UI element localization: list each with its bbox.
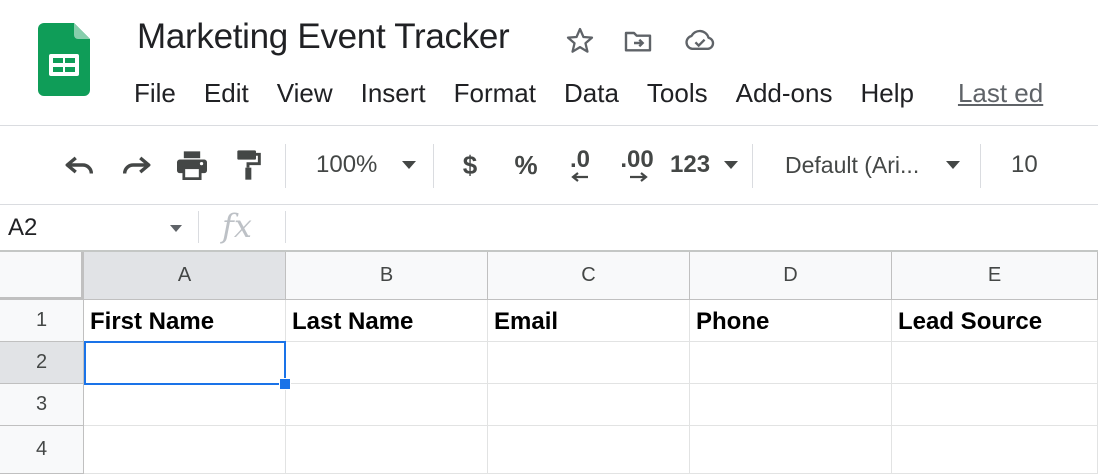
cell-e1[interactable]: Lead Source (892, 300, 1098, 342)
menu-format[interactable]: Format (440, 78, 550, 109)
arrow-right-icon (630, 172, 648, 182)
fx-icon: fx (222, 207, 252, 245)
menu-bar: File Edit View Insert Format Data Tools … (120, 72, 1057, 114)
cell-b4[interactable] (286, 426, 488, 474)
zoom-value: 100% (316, 151, 378, 178)
column-header-d[interactable]: D (690, 252, 892, 300)
document-title[interactable]: Marketing Event Tracker (137, 17, 510, 57)
toolbar-separator (285, 144, 286, 188)
cell-b2[interactable] (286, 342, 488, 384)
chevron-down-icon (170, 225, 182, 232)
cell-c2[interactable] (488, 342, 690, 384)
menu-edit[interactable]: Edit (190, 78, 263, 109)
cell-a1[interactable]: First Name (84, 300, 286, 342)
zoom-select[interactable]: 100% (300, 146, 422, 184)
spreadsheet-grid: A B C D E 1 2 3 4 First Name Last Name E… (0, 252, 1098, 474)
menu-tools[interactable]: Tools (633, 78, 722, 109)
fill-handle[interactable] (279, 378, 291, 390)
cell-a2[interactable] (84, 342, 286, 384)
undo-icon[interactable] (60, 146, 100, 184)
move-to-folder-icon[interactable] (621, 24, 655, 58)
cloud-saved-icon[interactable] (683, 24, 717, 58)
row-header-3[interactable]: 3 (0, 384, 84, 426)
cell-d1[interactable]: Phone (690, 300, 892, 342)
currency-format-button[interactable]: $ (455, 146, 485, 184)
paint-format-icon[interactable] (228, 146, 268, 184)
cell-a3[interactable] (84, 384, 286, 426)
cell-e2[interactable] (892, 342, 1098, 384)
cell-d3[interactable] (690, 384, 892, 426)
cell-b1[interactable]: Last Name (286, 300, 488, 342)
cell-c4[interactable] (488, 426, 690, 474)
cell-d4[interactable] (690, 426, 892, 474)
last-edit-link[interactable]: Last ed (928, 78, 1057, 109)
more-formats-button[interactable]: 123 (670, 146, 738, 184)
font-family-select[interactable]: Default (Ari... (770, 146, 966, 184)
star-icon[interactable] (563, 24, 597, 58)
column-header-c[interactable]: C (488, 252, 690, 300)
sheets-logo-icon[interactable] (38, 23, 90, 96)
cell-c3[interactable] (488, 384, 690, 426)
arrow-left-icon (571, 172, 588, 182)
percent-format-button[interactable]: % (510, 146, 542, 184)
cell-e4[interactable] (892, 426, 1098, 474)
print-icon[interactable] (172, 146, 212, 184)
column-header-b[interactable]: B (286, 252, 488, 300)
menu-data[interactable]: Data (550, 78, 633, 109)
row-header-4[interactable]: 4 (0, 426, 84, 474)
chevron-down-icon (402, 161, 416, 169)
toolbar-separator (752, 144, 753, 188)
select-all-corner[interactable] (0, 252, 84, 300)
menu-view[interactable]: View (263, 78, 347, 109)
formula-separator (285, 211, 286, 243)
chevron-down-icon (724, 161, 738, 169)
formula-input[interactable] (300, 213, 1080, 243)
row-header-2[interactable]: 2 (0, 342, 84, 384)
formula-bar: A2 fx (0, 205, 1098, 250)
name-box[interactable]: A2 (0, 205, 195, 250)
formula-separator (198, 211, 199, 243)
menu-insert[interactable]: Insert (347, 78, 440, 109)
column-header-e[interactable]: E (892, 252, 1098, 300)
cell-c1[interactable]: Email (488, 300, 690, 342)
decrease-decimal-button[interactable]: .0 (560, 146, 600, 184)
increase-decimal-button[interactable]: .00 (614, 146, 660, 184)
column-header-a[interactable]: A (84, 252, 286, 300)
row-header-1[interactable]: 1 (0, 300, 84, 342)
font-family-value: Default (Ari... (785, 151, 920, 178)
toolbar-separator (980, 144, 981, 188)
cell-a4[interactable] (84, 426, 286, 474)
cell-e3[interactable] (892, 384, 1098, 426)
cell-b3[interactable] (286, 384, 488, 426)
menu-help[interactable]: Help (846, 78, 927, 109)
chevron-down-icon (946, 161, 960, 169)
menu-file[interactable]: File (120, 78, 190, 109)
cell-d2[interactable] (690, 342, 892, 384)
app-header: Marketing Event Tracker File Edit View I… (0, 0, 1098, 125)
font-size-select[interactable]: 10 (995, 146, 1098, 184)
name-box-value: A2 (8, 213, 38, 241)
font-size-value: 10 (1011, 151, 1038, 178)
redo-icon[interactable] (116, 146, 156, 184)
menu-add-ons[interactable]: Add-ons (722, 78, 847, 109)
toolbar-separator (433, 144, 434, 188)
toolbar: 100% $ % .0 .00 123 Default (Ari... 10 (0, 126, 1098, 204)
